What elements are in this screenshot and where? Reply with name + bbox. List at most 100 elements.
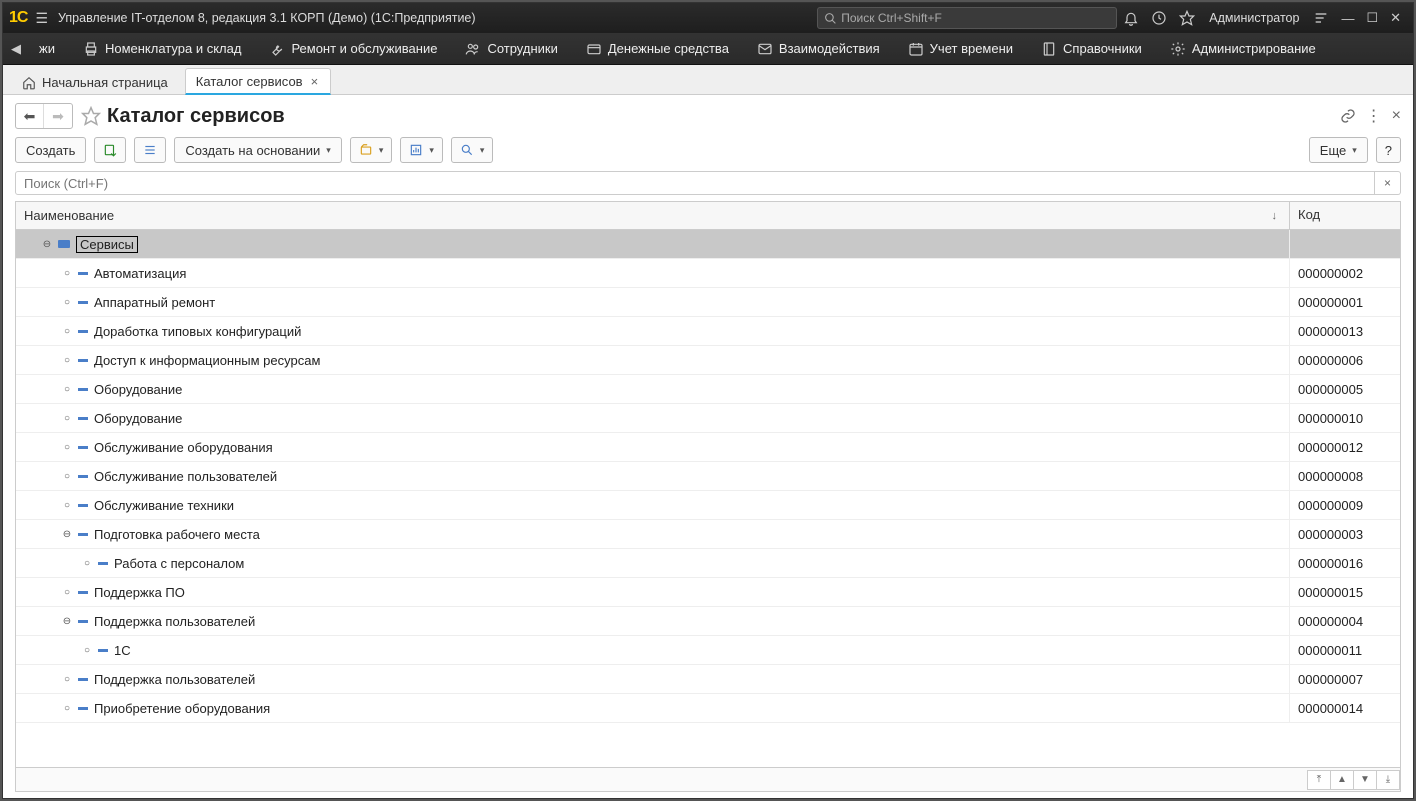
table-row[interactable]: ○Поддержка пользователей000000007 <box>16 665 1400 694</box>
tree-expander-icon[interactable]: ⊖ <box>60 529 74 540</box>
table-row[interactable]: ○Автоматизация000000002 <box>16 259 1400 288</box>
create-based-on-button[interactable]: Создать на основании▾ <box>174 137 341 163</box>
cell-code: 000000001 <box>1290 295 1400 310</box>
tree-expander-icon[interactable]: ○ <box>60 703 74 714</box>
menu-item-administration[interactable]: Администрирование <box>1170 41 1316 57</box>
menu-item-truncated[interactable]: жи <box>39 41 55 56</box>
table-row[interactable]: ○Оборудование000000005 <box>16 375 1400 404</box>
scroll-bottom-icon[interactable]: ⤓ <box>1376 770 1400 790</box>
row-name: Приобретение оборудования <box>94 701 270 716</box>
table-row[interactable]: ⊖ Сервисы <box>16 230 1400 259</box>
tree-expander-icon[interactable]: ○ <box>60 587 74 598</box>
search-button[interactable]: ▾ <box>451 137 494 163</box>
tree-expander-icon[interactable]: ○ <box>60 326 74 337</box>
tree-expander-icon[interactable]: ○ <box>60 471 74 482</box>
tab-services-catalog[interactable]: Каталог сервисов × <box>185 68 331 95</box>
nav-back-button[interactable]: ⬅ <box>16 104 44 128</box>
favorite-star-icon[interactable] <box>81 106 101 126</box>
table-row[interactable]: ○Доступ к информационным ресурсам0000000… <box>16 346 1400 375</box>
kebab-menu-icon[interactable]: ⋮ <box>1366 106 1382 126</box>
table-row[interactable]: ○Оборудование000000010 <box>16 404 1400 433</box>
cell-code: 000000012 <box>1290 440 1400 455</box>
menu-item-repair[interactable]: Ремонт и обслуживание <box>269 41 437 57</box>
cell-name: ○Обслуживание техники <box>16 491 1290 519</box>
item-icon <box>98 562 108 565</box>
more-button[interactable]: Еще▾ <box>1309 137 1368 163</box>
settings-bars-icon[interactable] <box>1313 10 1329 26</box>
page-header: ⬅ ➡ Каталог сервисов ⋮ × <box>3 95 1413 133</box>
tree-expander-icon[interactable]: ○ <box>80 558 94 569</box>
tree-expander-icon[interactable]: ○ <box>60 297 74 308</box>
scroll-up-icon[interactable]: ▲ <box>1330 770 1354 790</box>
scroll-top-icon[interactable]: ⤒ <box>1307 770 1331 790</box>
close-page-icon[interactable]: × <box>1392 107 1401 125</box>
item-icon <box>78 446 88 449</box>
table-row[interactable]: ⊖Поддержка пользователей000000004 <box>16 607 1400 636</box>
menu-item-employees[interactable]: Сотрудники <box>465 41 557 57</box>
book-icon <box>1041 41 1057 57</box>
tree-expander-icon[interactable]: ○ <box>60 413 74 424</box>
list-view-button[interactable] <box>134 137 166 163</box>
page-title: Каталог сервисов <box>107 105 1330 128</box>
grid-search-clear-icon[interactable]: × <box>1375 171 1401 195</box>
cell-name: ○Оборудование <box>16 375 1290 403</box>
menu-item-nomenclature[interactable]: Номенклатура и склад <box>83 41 241 57</box>
tree-expander-icon[interactable]: ○ <box>80 645 94 656</box>
current-user[interactable]: Администратор <box>1209 11 1299 25</box>
row-name: Поддержка пользователей <box>94 614 255 629</box>
grid-search-input[interactable] <box>15 171 1375 195</box>
table-row[interactable]: ○Поддержка ПО000000015 <box>16 578 1400 607</box>
column-header-name[interactable]: Наименование ↓ <box>16 202 1290 229</box>
tree-expander-icon[interactable]: ○ <box>60 442 74 453</box>
star-icon[interactable] <box>1179 10 1195 26</box>
scroll-down-icon[interactable]: ▼ <box>1353 770 1377 790</box>
help-button[interactable]: ? <box>1376 137 1401 163</box>
tree-expander-icon[interactable]: ○ <box>60 355 74 366</box>
menu-scroll-left-icon[interactable]: ◀ <box>7 41 25 57</box>
tab-close-icon[interactable]: × <box>311 74 319 89</box>
nav-forward-button[interactable]: ➡ <box>44 104 72 128</box>
tree-expander-icon[interactable]: ⊖ <box>60 616 74 627</box>
menu-item-directories[interactable]: Справочники <box>1041 41 1142 57</box>
tree-expander-icon[interactable]: ○ <box>60 674 74 685</box>
create-folder-button[interactable] <box>94 137 126 163</box>
tab-home[interactable]: Начальная страница <box>11 69 181 94</box>
history-icon[interactable] <box>1151 10 1167 26</box>
toolbar: Создать Создать на основании▾ ▾ ▾ ▾ Еще▾… <box>3 133 1413 171</box>
table-row[interactable]: ○Обслуживание пользователей000000008 <box>16 462 1400 491</box>
bell-icon[interactable] <box>1123 10 1139 26</box>
link-icon[interactable] <box>1340 108 1356 124</box>
grid-body[interactable]: ⊖ Сервисы ○Автоматизация000000002○Аппаратн… <box>16 230 1400 767</box>
global-search-input[interactable]: Поиск Ctrl+Shift+F <box>817 7 1117 29</box>
table-row[interactable]: ○Доработка типовых конфигураций000000013 <box>16 317 1400 346</box>
table-row[interactable]: ○Работа с персоналом000000016 <box>16 549 1400 578</box>
tree-expander-icon[interactable]: ○ <box>60 268 74 279</box>
menu-item-timetracking[interactable]: Учет времени <box>908 41 1013 57</box>
users-icon <box>465 41 481 57</box>
row-name: Сервисы <box>76 236 138 253</box>
cell-code: 000000003 <box>1290 527 1400 542</box>
item-icon <box>78 272 88 275</box>
window-close-icon[interactable]: ✕ <box>1390 10 1401 26</box>
report-button[interactable]: ▾ <box>400 137 443 163</box>
cell-code: 000000009 <box>1290 498 1400 513</box>
attach-button[interactable]: ▾ <box>350 137 393 163</box>
table-row[interactable]: ○1С000000011 <box>16 636 1400 665</box>
column-header-code[interactable]: Код <box>1290 202 1400 229</box>
table-row[interactable]: ○Приобретение оборудования000000014 <box>16 694 1400 723</box>
table-row[interactable]: ○Обслуживание оборудования000000012 <box>16 433 1400 462</box>
table-row[interactable]: ○Аппаратный ремонт000000001 <box>16 288 1400 317</box>
tree-expander-icon[interactable]: ○ <box>60 384 74 395</box>
tree-expander-icon[interactable]: ⊖ <box>40 239 54 250</box>
create-button[interactable]: Создать <box>15 137 86 163</box>
table-row[interactable]: ⊖Подготовка рабочего места000000003 <box>16 520 1400 549</box>
table-row[interactable]: ○Обслуживание техники000000009 <box>16 491 1400 520</box>
tab-strip: Начальная страница Каталог сервисов × <box>3 65 1413 95</box>
hamburger-icon[interactable]: ☰ <box>35 10 48 27</box>
menu-item-money[interactable]: Денежные средства <box>586 41 729 57</box>
cell-name: ○Поддержка пользователей <box>16 665 1290 693</box>
window-maximize-icon[interactable]: ☐ <box>1366 10 1378 26</box>
menu-item-interactions[interactable]: Взаимодействия <box>757 41 880 57</box>
tree-expander-icon[interactable]: ○ <box>60 500 74 511</box>
window-minimize-icon[interactable]: — <box>1341 11 1354 26</box>
